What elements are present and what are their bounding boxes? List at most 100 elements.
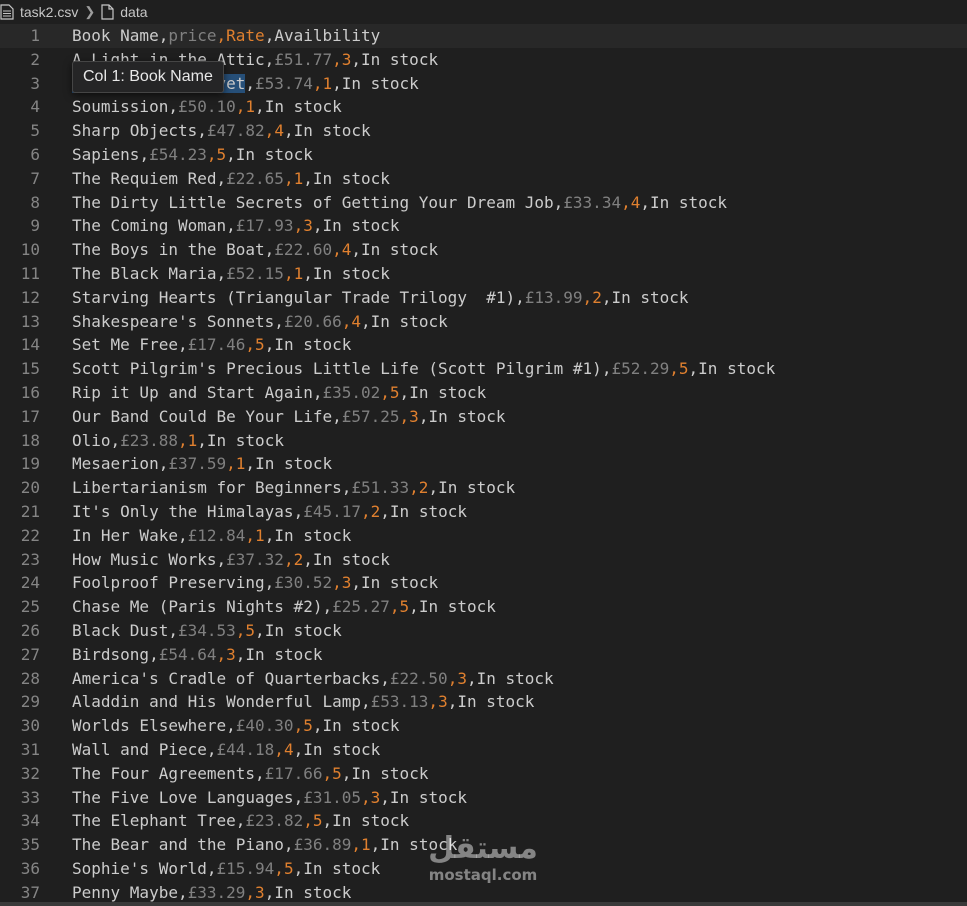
code-line[interactable]: 16 Rip it Up and Start Again,£35.02,5,In … [0,381,967,405]
code-line[interactable]: 10 The Boys in the Boat,£22.60,4,In stock [0,238,967,262]
breadcrumb-section[interactable]: data [101,4,148,20]
csv-delimiter: , [351,573,362,593]
horizontal-scrollbar[interactable] [0,902,967,906]
csv-delimiter: , [293,787,304,807]
code-line[interactable]: 21 It's Only the Himalayas,£45.17,2,In st… [0,500,967,524]
code-line[interactable]: 23 How Music Works,£37.32,2,In stock [0,548,967,572]
csv-cell-book-name: Scott Pilgrim's Precious Little Life (Sc… [72,359,602,379]
csv-cell-book-name: Soumission [72,97,169,117]
csv-delimiter: , [341,763,352,783]
csv-cell-book-name: Chase Me (Paris Nights #2) [72,597,323,617]
csv-cell-availability: In stock [274,882,352,902]
code-line[interactable]: 4 Soumission,£50.10,1,In stock [0,95,967,119]
csv-cell-book-name: The Black Maria [72,263,217,283]
line-number: 29 [20,692,40,712]
csv-delimiter: , [168,97,178,117]
code-line[interactable]: 25 Chase Me (Paris Nights #2),£25.27,5,In… [0,595,967,619]
csv-cell-availability: In stock [361,240,439,260]
csv-cell-availability: In stock [264,620,342,640]
csv-row: America's Cradle of Quarterbacks,£22.50,… [72,667,554,691]
code-line[interactable]: 17 Our Band Could Be Your Life,£57.25,3,I… [0,405,967,429]
line-number: 22 [20,525,40,545]
csv-cell-price: £54.64 [158,644,217,664]
csv-cell-rate: 3 [255,882,265,902]
code-line[interactable]: 1 Book Name,price,Rate,Availbility [0,24,967,48]
csv-cell-availability: In stock [698,359,776,379]
csv-cell-rate: 4 [283,739,294,759]
csv-row: Mesaerion,£37.59,1,In stock [72,452,332,476]
code-line[interactable]: 15 Scott Pilgrim's Precious Little Life (… [0,357,967,381]
csv-delimiter: , [264,26,275,45]
code-line[interactable]: 22 In Her Wake,£12.84,1,In stock [0,524,967,548]
csv-row: The Black Maria,£52.15,1,In stock [72,262,390,286]
code-line[interactable]: 27 Birdsong,£54.64,3,In stock [0,643,967,667]
line-number: 4 [30,97,40,117]
breadcrumb-section-label: data [120,4,148,20]
code-line[interactable]: 18 Olio,£23.88,1,In stock [0,429,967,453]
code-line[interactable]: 29 Aladdin and His Wonderful Lamp,£53.13,… [0,690,967,714]
csv-delimiter: , [332,573,342,593]
csv-cell-rate: 3 [457,668,467,688]
csv-cell-availability: In stock [611,287,689,307]
csv-cell-book-name: The Dirty Little Secrets of Getting Your… [72,192,554,212]
csv-cell-book-name: Shakespeare's Sonnets [72,311,275,331]
code-line[interactable]: 31 Wall and Piece,£44.18,4,In stock [0,738,967,762]
csv-cell-price: £51.33 [351,478,410,498]
csv-cell-price: £53.74 [255,73,313,93]
csv-row: Rip it Up and Start Again,£35.02,5,In st… [72,381,486,405]
code-line[interactable]: 19 Mesaerion,£37.59,1,In stock [0,452,967,476]
csv-row: It's Only the Himalayas,£45.17,2,In stoc… [72,500,467,524]
csv-cell-availability: In stock [274,335,352,355]
csv-row: Scott Pilgrim's Precious Little Life (Sc… [72,357,775,381]
csv-cell-price: £22.60 [274,240,333,260]
csv-cell-rate: 3 [409,406,419,426]
code-line[interactable]: 8 The Dirty Little Secrets of Getting You… [0,191,967,215]
csv-delimiter: , [582,287,593,307]
csv-cell-price: £13.99 [524,287,583,307]
csv-cell-price: £57.25 [341,406,400,426]
csv-cell-rate: 1 [187,430,198,450]
csv-delimiter: , [418,406,429,426]
csv-delimiter: , [235,97,246,117]
code-line[interactable]: 26 Black Dust,£34.53,5,In stock [0,619,967,643]
csv-cell-availability: In stock [457,692,535,712]
line-number: 17 [20,406,40,426]
csv-row: The Coming Woman,£17.93,3,In stock [72,214,400,238]
code-line[interactable]: 30 Worlds Elsewhere,£40.30,5,In stock [0,714,967,738]
code-line[interactable]: 9 The Coming Woman,£17.93,3,In stock [0,214,967,238]
line-number: 2 [30,49,40,69]
csv-row: Aladdin and His Wonderful Lamp,£53.13,3,… [72,690,534,714]
code-line[interactable]: 28 America's Cradle of Quarterbacks,£22.5… [0,667,967,691]
csv-cell-book-name: The Coming Woman [72,216,227,236]
line-number: 13 [20,311,40,331]
editor[interactable]: 1 Book Name,price,Rate,Availbility 2 A Ligh… [0,24,967,904]
code-line[interactable]: 7 The Requiem Red,£22.65,1,In stock [0,167,967,191]
code-line[interactable]: 32 The Four Agreements,£17.66,5,In stock [0,762,967,786]
code-line[interactable]: 20 Libertarianism for Beginners,£51.33,2,… [0,476,967,500]
csv-delimiter: , [322,763,333,783]
csv-cell-availability: In stock [322,716,400,736]
code-line[interactable]: 37 Penny Maybe,£33.29,3,In stock [0,881,967,905]
csv-row: The Elephant Tree,£23.82,5,In stock [72,809,409,833]
csv-row: Sapiens,£54.23,5,In stock [72,143,313,167]
code-line[interactable]: 34 The Elephant Tree,£23.82,5,In stock [0,809,967,833]
csv-cell-book-name: In Her Wake [72,525,178,545]
code-line[interactable]: 24 Foolproof Preserving,£30.52,3,In stock [0,571,967,595]
line-number: 19 [20,454,40,474]
csv-delimiter: , [216,168,227,188]
csv-delimiter: , [245,525,256,545]
code-line[interactable]: 6 Sapiens,£54.23,5,In stock [0,143,967,167]
csv-delimiter: , [226,216,236,236]
csv-delimiter: , [351,835,361,855]
csv-cell-price: £31.05 [303,787,361,807]
csv-cell-rate: 4 [341,240,352,260]
code-line[interactable]: 33 The Five Love Languages,£31.05,3,In st… [0,786,967,810]
code-line[interactable]: 14 Set Me Free,£17.46,5,In stock [0,333,967,357]
csv-cell-availability: In stock [322,216,400,236]
breadcrumb-file[interactable]: task2.csv [0,4,78,20]
code-line[interactable]: 12 Starving Hearts (Triangular Trade Tril… [0,286,967,310]
code-line[interactable]: 11 The Black Maria,£52.15,1,In stock [0,262,967,286]
code-line[interactable]: 5 Sharp Objects,£47.82,4,In stock [0,119,967,143]
code-line[interactable]: 13 Shakespeare's Sonnets,£20.66,4,In stoc… [0,310,967,334]
csv-delimiter: , [341,311,352,331]
